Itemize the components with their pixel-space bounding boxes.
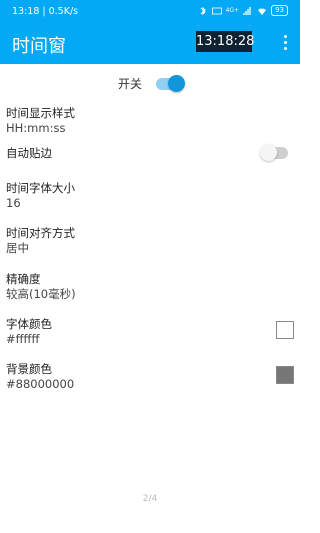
setting-alignment[interactable]: 时间对齐方式 居中 [6,226,75,256]
setting-title: 字体颜色 [6,317,52,331]
setting-font-size[interactable]: 时间字体大小 16 [6,181,75,211]
setting-background-color[interactable]: 背景颜色 #88000000 [6,362,74,392]
app-title: 时间窗 [12,36,66,57]
auto-edge-switch[interactable] [260,144,288,161]
more-options-icon[interactable] [284,35,288,53]
status-bar: 13:18 | 0.5K/s 4G+ 93 [0,0,300,24]
background-color-swatch[interactable] [276,366,294,384]
setting-precision[interactable]: 精确度 较高(10毫秒) [6,272,76,302]
wifi-icon [258,7,267,15]
master-switch-row[interactable]: 开关 [0,70,300,96]
setting-value: 居中 [6,241,29,255]
hd-icon [211,7,222,14]
setting-value: #ffffff [6,332,40,346]
bluetooth-icon [200,6,206,15]
setting-value: HH:mm:ss [6,121,66,135]
setting-auto-edge[interactable]: 自动贴边 [6,146,52,161]
setting-title: 精确度 [6,272,41,286]
master-switch-label: 开关 [118,77,143,91]
setting-title: 时间字体大小 [6,181,75,195]
font-color-swatch[interactable] [276,321,294,339]
master-switch[interactable] [156,75,185,92]
setting-font-color[interactable]: 字体颜色 #ffffff [6,317,52,347]
status-icons: 4G+ 93 [198,5,288,16]
setting-title: 时间显示样式 [6,106,75,120]
page-indicator: 2/4 [142,494,158,504]
setting-time-format[interactable]: 时间显示样式 HH:mm:ss [6,106,75,136]
setting-value: 16 [6,196,21,210]
network-type: 4G+ [225,7,240,14]
setting-title: 时间对齐方式 [6,226,75,240]
floating-clock-preview[interactable]: 13:18:28 [196,31,254,52]
battery-icon: 93 [271,5,288,16]
setting-title: 自动贴边 [6,146,52,160]
setting-value: 较高(10毫秒) [6,287,76,301]
app-bar: 时间窗 13:18:28 [0,24,300,64]
setting-value: #88000000 [6,377,75,391]
signal-icon [243,6,251,15]
status-time-speed: 13:18 | 0.5K/s [12,6,79,17]
setting-title: 背景颜色 [6,362,52,376]
